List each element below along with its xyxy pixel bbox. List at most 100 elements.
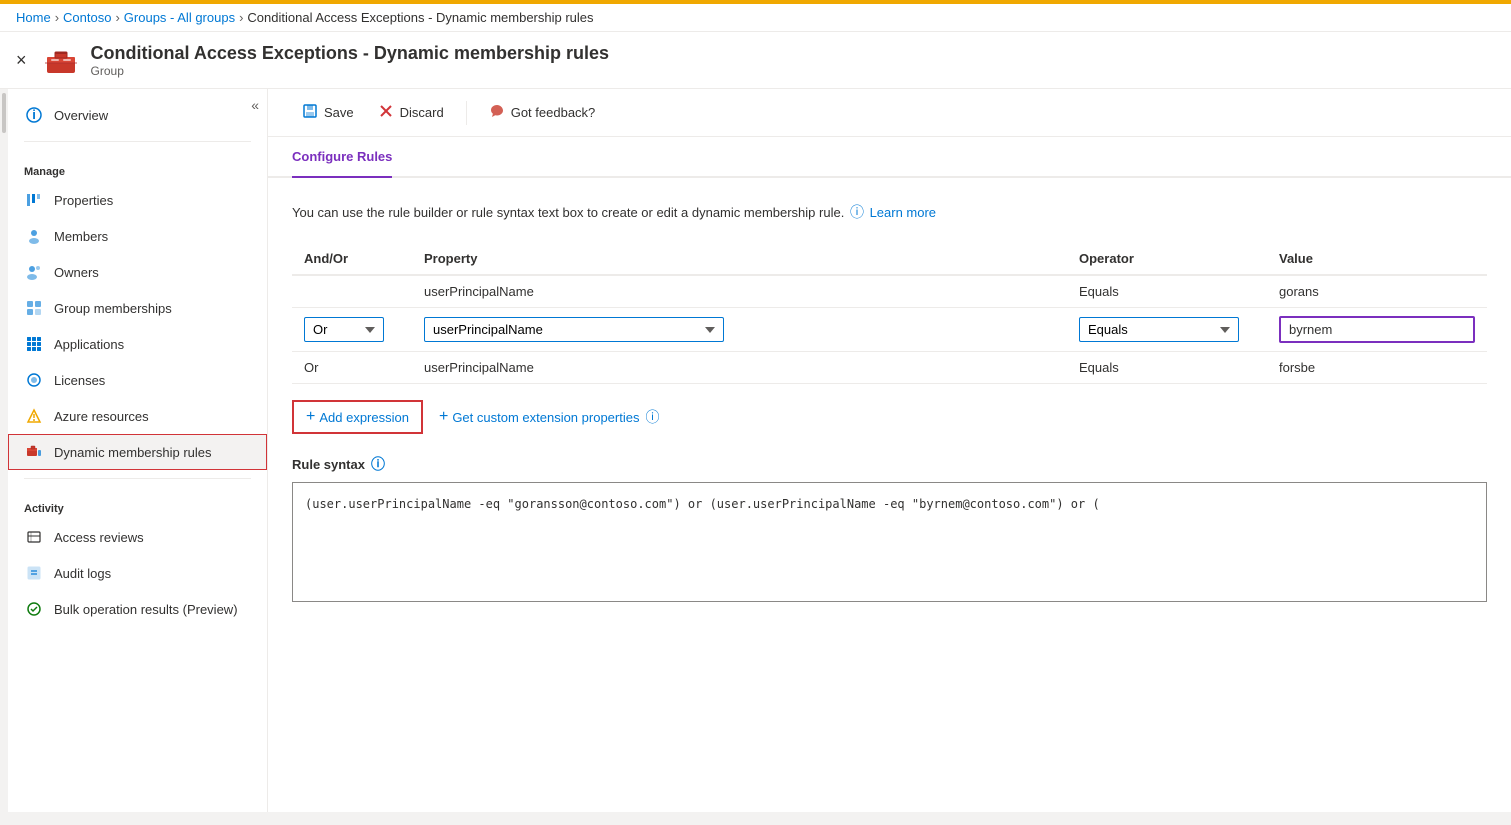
breadcrumb-sep-1: › [55, 10, 59, 25]
header-icon [43, 42, 79, 78]
sidebar-item-group-memberships[interactable]: Group memberships [8, 290, 267, 326]
sidebar-item-applications[interactable]: Applications [8, 326, 267, 362]
col-and-or: And/Or [292, 243, 412, 275]
get-custom-plus-icon: + [439, 408, 448, 426]
tabs-bar: Configure Rules [268, 137, 1511, 178]
toolbar-separator [466, 101, 467, 125]
save-button[interactable]: Save [292, 97, 364, 128]
sidebar-item-label: Properties [54, 193, 113, 208]
row1-operator: Equals [1067, 275, 1267, 308]
sidebar-item-label: Licenses [54, 373, 105, 388]
breadcrumb-sep-3: › [239, 10, 243, 25]
breadcrumb: Home › Contoso › Groups - All groups › C… [0, 4, 1511, 32]
and-or-select[interactable]: Or And [304, 317, 384, 342]
get-custom-label: Get custom extension properties [452, 410, 639, 425]
sidebar-item-members[interactable]: Members [8, 218, 267, 254]
tab-configure-rules[interactable]: Configure Rules [292, 137, 392, 178]
rule-table: And/Or Property Operator Value userPrinc… [292, 243, 1487, 384]
sidebar-scrollbar [0, 89, 8, 812]
table-row: userPrincipalName Equals gorans [292, 275, 1487, 308]
page-title: Conditional Access Exceptions - Dynamic … [91, 43, 609, 64]
sidebar-item-label: Dynamic membership rules [54, 445, 212, 460]
azure-resources-icon [24, 406, 44, 426]
close-button[interactable]: × [16, 51, 27, 69]
sidebar-item-label: Bulk operation results (Preview) [54, 602, 238, 617]
sidebar-item-owners[interactable]: Owners [8, 254, 267, 290]
row1-property: userPrincipalName [412, 275, 1067, 308]
toolbar: Save Discard Got feedback? [268, 89, 1511, 137]
feedback-icon [489, 103, 505, 122]
sidebar-item-label: Applications [54, 337, 124, 352]
activity-section-label: Activity [8, 487, 267, 519]
plus-icon: + [306, 408, 315, 426]
col-property: Property [412, 243, 1067, 275]
sidebar: « i Overview Manage Properties Members [8, 89, 268, 812]
operator-select[interactable]: Equals Not Equals Contains [1079, 317, 1239, 342]
row1-and-or [292, 275, 412, 308]
row3-and-or: Or [292, 352, 412, 384]
col-value: Value [1267, 243, 1487, 275]
breadcrumb-home[interactable]: Home [16, 10, 51, 25]
sidebar-collapse-button[interactable]: « [251, 97, 259, 113]
bulk-operation-icon [24, 599, 44, 619]
row3-property: userPrincipalName [412, 352, 1067, 384]
content-body: You can use the rule builder or rule syn… [268, 178, 1511, 626]
audit-logs-icon [24, 563, 44, 583]
info-icon: i [24, 105, 44, 125]
members-icon [24, 226, 44, 246]
content-area: Save Discard Got feedback? Configure Rul… [268, 89, 1511, 812]
breadcrumb-sep-2: › [115, 10, 119, 25]
rule-syntax-box[interactable]: (user.userPrincipalName -eq "goransson@c… [292, 482, 1487, 602]
row2-and-or-cell: Or And [292, 308, 412, 352]
save-icon [302, 103, 318, 122]
feedback-button[interactable]: Got feedback? [479, 97, 606, 128]
discard-icon [378, 103, 394, 122]
row3-value: forsbe [1267, 352, 1487, 384]
row3-operator: Equals [1067, 352, 1267, 384]
breadcrumb-contoso[interactable]: Contoso [63, 10, 111, 25]
sidebar-item-label: Audit logs [54, 566, 111, 581]
row2-operator-cell: Equals Not Equals Contains [1067, 308, 1267, 352]
table-row: Or userPrincipalName Equals forsbe [292, 352, 1487, 384]
row2-value-cell [1267, 308, 1487, 352]
rule-actions-row: + Add expression + Get custom extension … [292, 400, 1487, 434]
group-memberships-icon [24, 298, 44, 318]
sidebar-item-label: Access reviews [54, 530, 144, 545]
col-operator: Operator [1067, 243, 1267, 275]
sidebar-item-bulk-operation[interactable]: Bulk operation results (Preview) [8, 591, 267, 627]
sidebar-item-label: Group memberships [54, 301, 172, 316]
applications-icon [24, 334, 44, 354]
discard-label: Discard [400, 105, 444, 120]
sidebar-item-dynamic-membership-rules[interactable]: Dynamic membership rules [8, 434, 267, 470]
main-layout: « i Overview Manage Properties Members [0, 89, 1511, 812]
sidebar-item-audit-logs[interactable]: Audit logs [8, 555, 267, 591]
dynamic-membership-icon [24, 442, 44, 462]
save-label: Save [324, 105, 354, 120]
sidebar-item-azure-resources[interactable]: Azure resources [8, 398, 267, 434]
property-select[interactable]: userPrincipalName displayName mail depar… [424, 317, 724, 342]
owners-icon [24, 262, 44, 282]
sidebar-item-label: Azure resources [54, 409, 149, 424]
rule-syntax-info-icon[interactable]: ⓘ [371, 454, 385, 474]
discard-button[interactable]: Discard [368, 97, 454, 128]
get-custom-info-icon[interactable]: ⓘ [645, 407, 659, 427]
sidebar-item-properties[interactable]: Properties [8, 182, 267, 218]
value-input[interactable] [1279, 316, 1475, 343]
sidebar-item-overview[interactable]: i Overview [8, 97, 267, 133]
learn-more-link[interactable]: Learn more [870, 205, 936, 220]
breadcrumb-groups[interactable]: Groups - All groups [124, 10, 235, 25]
manage-divider [24, 141, 251, 142]
get-custom-extension-button[interactable]: + Get custom extension properties ⓘ [439, 407, 662, 427]
add-expression-button[interactable]: + Add expression [292, 400, 423, 434]
sidebar-item-licenses[interactable]: Licenses [8, 362, 267, 398]
rule-syntax-section: Rule syntax ⓘ (user.userPrincipalName -e… [292, 454, 1487, 602]
sidebar-item-label: Owners [54, 265, 99, 280]
svg-text:i: i [32, 107, 36, 122]
sidebar-item-label: Members [54, 229, 108, 244]
properties-icon [24, 190, 44, 210]
access-reviews-icon [24, 527, 44, 547]
breadcrumb-current: Conditional Access Exceptions - Dynamic … [247, 10, 593, 25]
sidebar-item-access-reviews[interactable]: Access reviews [8, 519, 267, 555]
info-tooltip-icon[interactable]: ⓘ [850, 204, 864, 220]
table-row: Or And userPrincipalName displayName mai… [292, 308, 1487, 352]
